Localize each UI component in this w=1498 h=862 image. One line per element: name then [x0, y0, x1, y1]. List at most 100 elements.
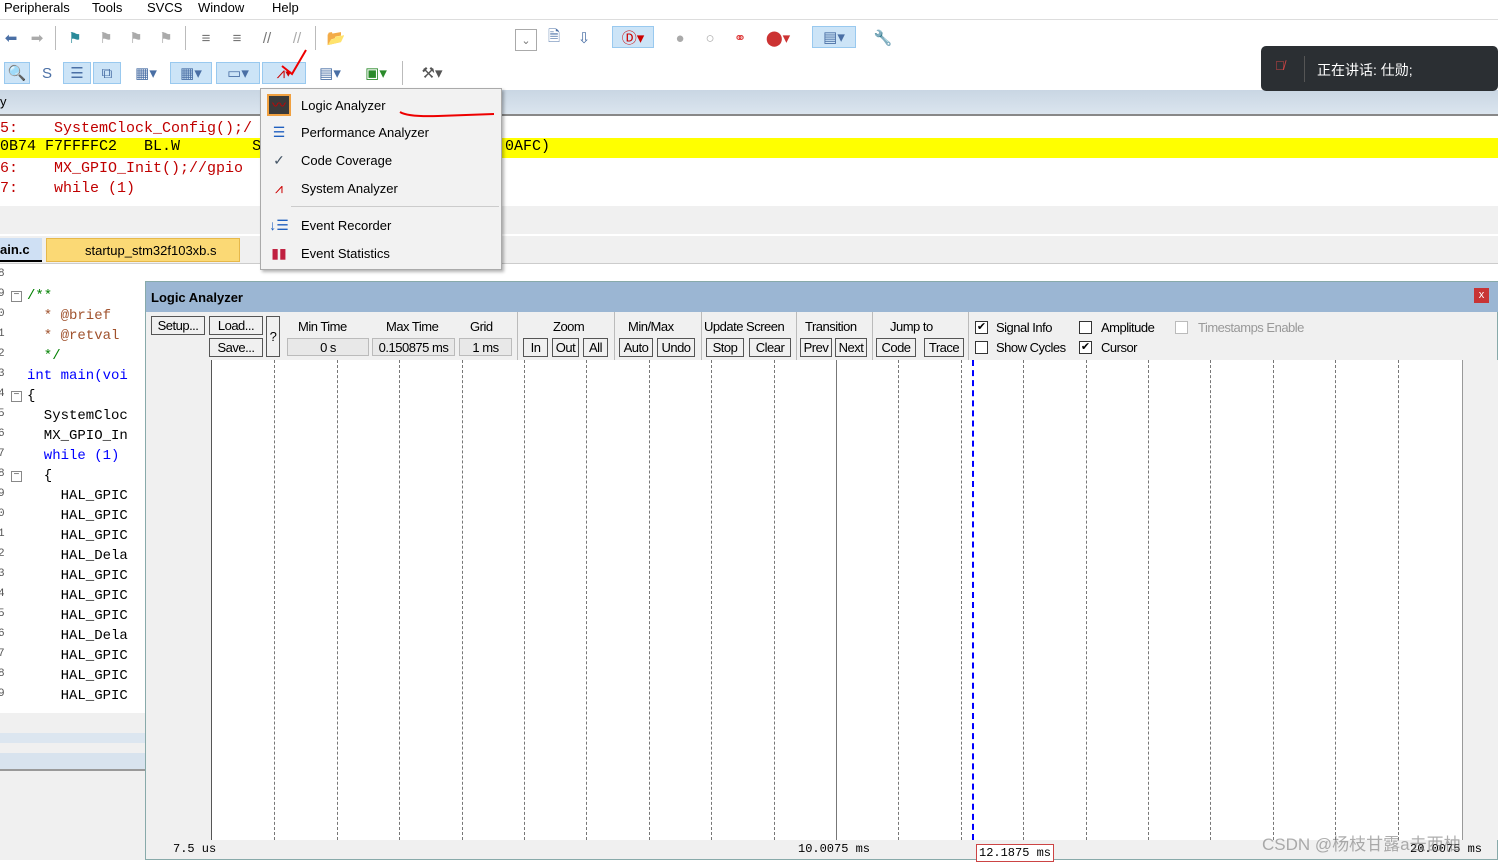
voice-notification: 🎙̸ 正在讲话: 仕勋;: [1261, 46, 1498, 91]
clear-bookmarks-icon[interactable]: ⚑: [155, 27, 177, 49]
menu-item-performance-analyzer[interactable]: ☰ Performance Analyzer: [261, 119, 501, 145]
stop-button[interactable]: Stop: [706, 338, 744, 357]
grid-line: [336, 360, 338, 840]
prev-bookmark-icon[interactable]: ⚑: [95, 27, 117, 49]
fold-toggle-icon[interactable]: −: [11, 391, 22, 402]
waveform-area[interactable]: [211, 360, 1462, 840]
disable-breakpoints-icon[interactable]: ⚭: [729, 27, 751, 49]
code-text: HAL_GPIC: [27, 568, 128, 584]
tab-startup[interactable]: startup_stm32f103xb.s: [46, 238, 240, 262]
clear-button[interactable]: Clear: [749, 338, 791, 357]
watch-icon[interactable]: ▦▾: [128, 62, 164, 84]
auto-button[interactable]: Auto: [619, 338, 653, 357]
code-text: MX_GPIO_In: [27, 428, 128, 444]
command-window-icon[interactable]: 🔍: [4, 62, 30, 84]
menu-window[interactable]: Window: [198, 0, 244, 15]
cursor-checkbox[interactable]: ✔: [1079, 341, 1092, 354]
tab-main-c[interactable]: ain.c: [0, 238, 42, 262]
grid-line: [1272, 360, 1274, 840]
line-number: 9: [0, 688, 5, 700]
menu-tools[interactable]: Tools: [92, 0, 122, 15]
show-cycles-label: Show Cycles: [996, 340, 1066, 355]
logic-analyzer-icon: 〰: [267, 94, 291, 116]
menu-item-event-recorder[interactable]: ↓☰ Event Recorder: [261, 212, 501, 238]
wrench-icon[interactable]: 🔧: [872, 27, 894, 49]
line-number: 3: [0, 568, 5, 580]
menu-item-event-statistics[interactable]: ▮▮ Event Statistics: [261, 240, 501, 266]
disassembly-pane: 5: SystemClock_Config();/ 0B74 F7FFFFC2 …: [0, 116, 1498, 206]
window-layout-icon[interactable]: ▤▾: [812, 26, 856, 48]
trace-icon[interactable]: ▤▾: [312, 62, 348, 84]
indent-icon[interactable]: ≡: [195, 27, 217, 49]
grid-line: [274, 360, 276, 840]
zoom-out-button[interactable]: Out: [552, 338, 579, 357]
fold-toggle-icon[interactable]: −: [11, 471, 22, 482]
code-text: * @brief: [27, 308, 112, 324]
menu-svcs[interactable]: SVCS: [147, 0, 182, 15]
uncomment-icon[interactable]: //: [286, 27, 308, 49]
code-text: HAL_GPIC: [27, 688, 128, 704]
setup-button[interactable]: Setup...: [151, 316, 205, 335]
signal-list[interactable]: [146, 360, 211, 840]
system-viewer-icon[interactable]: ▣▾: [358, 62, 394, 84]
menu-peripherals[interactable]: Peripherals: [4, 0, 70, 15]
unindent-icon[interactable]: ≡: [226, 27, 248, 49]
bookmark-icon[interactable]: ⚑: [64, 27, 86, 49]
debug-session-icon[interactable]: Ⓓ▾: [612, 26, 654, 48]
toolbox-icon[interactable]: ⚒▾: [412, 62, 452, 84]
disassembly-icon[interactable]: S: [36, 62, 58, 84]
grid-line: [1210, 360, 1212, 840]
registers-icon[interactable]: ☰: [63, 62, 91, 84]
signal-info-checkbox[interactable]: ✔: [975, 321, 988, 334]
zoom-label: Zoom: [553, 319, 585, 334]
call-stack-icon[interactable]: ⧉: [93, 62, 121, 84]
undo-button[interactable]: Undo: [657, 338, 695, 357]
save-button[interactable]: Save...: [209, 338, 263, 357]
code-text: HAL_Dela: [27, 548, 128, 564]
serial-icon[interactable]: ▭▾: [216, 62, 260, 84]
signal-info-label: Signal Info: [996, 320, 1052, 335]
event-recorder-icon: ↓☰: [269, 216, 289, 233]
toolbar-1: ⬅ ➡ ⚑ ⚑ ⚑ ⚑ ≡ ≡ // // 📂 ⌄ 🗎 ⇩ Ⓓ▾ ● ○ ⚭ ⬤…: [0, 21, 900, 55]
line-number: 8: [0, 668, 5, 680]
code-text: while (1): [27, 448, 120, 464]
document-icon[interactable]: 🗎: [543, 27, 565, 49]
find-in-files-icon[interactable]: 📂: [325, 27, 347, 49]
code-text: SystemCloc: [27, 408, 128, 424]
breakpoint-icon[interactable]: ●: [669, 27, 691, 49]
help-button[interactable]: ?: [266, 316, 280, 357]
prev-button[interactable]: Prev: [800, 338, 832, 357]
close-button[interactable]: x: [1474, 288, 1489, 303]
next-button[interactable]: Next: [835, 338, 867, 357]
comment-icon[interactable]: //: [256, 27, 278, 49]
editor[interactable]: 8 9/** −0 * @brief 1 * @retval 2 */3 int main…: [0, 268, 145, 713]
fold-toggle-icon[interactable]: −: [11, 291, 22, 302]
system-analyzer-icon: ⩘: [275, 179, 283, 196]
dropdown-arrow-icon[interactable]: ⌄: [515, 29, 537, 51]
jump-trace-button[interactable]: Trace: [924, 338, 964, 357]
zoom-in-button[interactable]: In: [523, 338, 548, 357]
amplitude-checkbox[interactable]: [1079, 321, 1092, 334]
back-icon[interactable]: ⬅: [0, 27, 22, 49]
grid-line: [1148, 360, 1149, 840]
menu-item-code-coverage[interactable]: ✓ Code Coverage: [261, 147, 501, 173]
menu-help[interactable]: Help: [272, 0, 299, 15]
next-bookmark-icon[interactable]: ⚑: [125, 27, 147, 49]
code-text: HAL_GPIC: [27, 488, 128, 504]
menu-item-system-analyzer[interactable]: ⩘ System Analyzer: [261, 175, 501, 201]
forward-icon[interactable]: ➡: [26, 27, 48, 49]
memory-icon[interactable]: ▦▾: [170, 62, 212, 84]
kill-breakpoints-icon[interactable]: ⬤▾: [760, 27, 796, 49]
binoculars-icon[interactable]: ⇩: [573, 27, 595, 49]
zoom-all-button[interactable]: All: [583, 338, 608, 357]
line-number: 4: [0, 588, 5, 600]
show-cycles-checkbox[interactable]: [975, 341, 988, 354]
breakpoint-disabled-icon[interactable]: ○: [699, 27, 721, 49]
code-text: HAL_GPIC: [27, 608, 128, 624]
cursor-line[interactable]: [972, 360, 974, 840]
load-button[interactable]: Load...: [209, 316, 263, 335]
disassembly-header: y: [0, 90, 1498, 116]
grid-line: [711, 360, 713, 840]
grid-line: [399, 360, 401, 840]
jump-code-button[interactable]: Code: [876, 338, 916, 357]
